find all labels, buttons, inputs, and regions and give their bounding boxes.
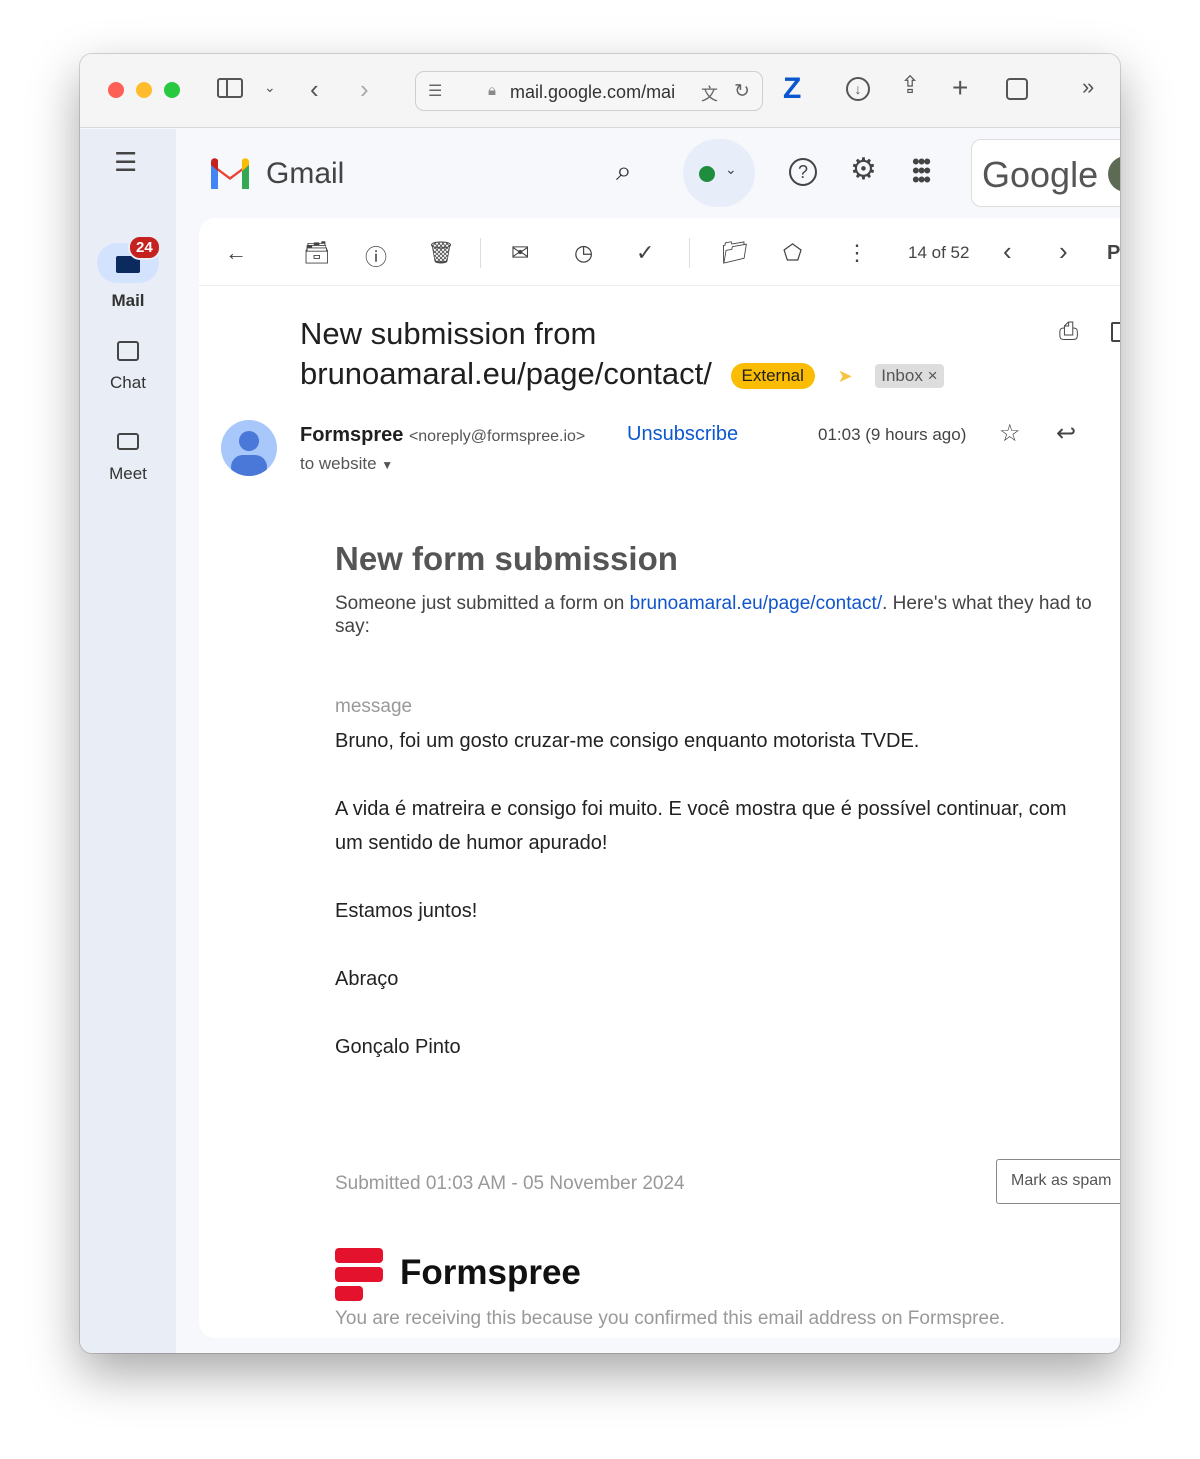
mail-icon: 24 — [97, 235, 161, 283]
truncated-control[interactable]: P — [1107, 242, 1120, 265]
google-logo-text: Google — [982, 154, 1099, 195]
field-label: message — [335, 696, 413, 717]
status-dot-icon — [699, 166, 715, 182]
browser-window: ⌄ ‹ › ☰ 🔒︎ mail.google.com/mai 文 ↻ Z ↓ ⇪… — [80, 54, 1120, 1353]
pagination-text: 14 of 52 — [908, 243, 970, 262]
sidebar-item-meet[interactable]: Meet — [80, 433, 176, 484]
snooze-icon[interactable]: ◷ — [574, 240, 593, 266]
apps-grid-icon[interactable]: ••• ••• ••• — [912, 151, 931, 191]
sidebar-item-mail[interactable]: 24 Mail — [80, 235, 176, 311]
star-icon[interactable]: ☆ — [999, 422, 1021, 446]
print-icon[interactable]: ⎙ — [1059, 320, 1078, 344]
translate-icon[interactable]: 文 — [701, 80, 718, 105]
chevron-down-icon: ⌄ — [725, 161, 737, 177]
main-menu-icon[interactable]: ☰ — [114, 149, 137, 175]
gmail-sidebar: ☰ 24 Mail Chat Meet — [80, 129, 176, 1353]
email-body: New form submission Someone just submitt… — [335, 540, 1095, 1064]
sidebar-label: Meet — [109, 464, 147, 483]
sidebar-item-chat[interactable]: Chat — [80, 341, 176, 393]
sender-line: Formspree <noreply@formspree.io> — [300, 424, 585, 447]
sidebar-label: Chat — [110, 373, 146, 392]
download-icon[interactable]: ↓ — [846, 77, 870, 101]
submitted-text: Submitted 01:03 AM - 05 November 2024 — [335, 1173, 685, 1194]
url-text: mail.google.com/mai — [510, 82, 676, 102]
formspree-logo-icon — [335, 1248, 383, 1301]
video-camera-icon — [117, 433, 139, 450]
chevron-down-icon[interactable]: ⌄ — [264, 80, 276, 94]
report-spam-icon[interactable]: ⓘ — [365, 240, 387, 272]
avatar — [1108, 156, 1120, 192]
open-new-window-icon[interactable] — [1111, 322, 1120, 342]
extension-icon[interactable]: Z — [783, 74, 801, 104]
sidebar-label: Mail — [111, 291, 145, 310]
archive-icon[interactable]: 🗃︎ — [303, 240, 331, 266]
recipient-dropdown[interactable]: to website ▼ — [300, 454, 393, 474]
zoom-window-button[interactable] — [164, 82, 180, 98]
close-window-button[interactable] — [108, 82, 124, 98]
more-options-icon[interactable]: ⋮ — [846, 240, 868, 266]
inbox-label: Inbox × — [875, 363, 944, 388]
browser-toolbar: ⌄ ‹ › ☰ 🔒︎ mail.google.com/mai 文 ↻ Z ↓ ⇪… — [80, 54, 1120, 128]
status-button[interactable]: ⌄ — [683, 139, 755, 207]
page-menu-icon[interactable]: ☰ — [428, 81, 442, 101]
unsubscribe-link[interactable]: Unsubscribe — [627, 423, 738, 446]
new-tab-icon[interactable]: + — [952, 74, 968, 102]
reload-icon[interactable]: ↻ — [734, 80, 750, 103]
reply-icon[interactable]: ↩ — [1056, 422, 1076, 446]
address-bar[interactable]: ☰ 🔒︎ mail.google.com/mai 文 ↻ — [415, 71, 763, 111]
back-arrow-icon[interactable]: ← — [225, 240, 247, 266]
body-heading: New form submission — [335, 540, 678, 577]
mark-as-spam-button[interactable]: Mark as spam — [996, 1159, 1120, 1204]
remove-label-icon[interactable]: × — [928, 366, 938, 385]
unread-badge: 24 — [128, 235, 161, 260]
lock-icon: 🔒︎ — [488, 82, 496, 99]
sidebar-toggle-icon[interactable] — [217, 78, 243, 98]
sender-avatar — [221, 420, 277, 476]
move-to-icon[interactable]: 📁︎ — [721, 240, 749, 266]
app-name: Gmail — [266, 157, 345, 190]
email-subject: New submission from brunoamaral.eu/page/… — [300, 314, 1000, 394]
email-toolbar: ← 🗃︎ ⓘ 🗑︎ ✉ ◷ ✓ 📁︎ ⬠ ⋮ 14 of 52 ‹ › P — [199, 218, 1120, 286]
newer-icon[interactable]: ‹ — [1003, 236, 1012, 267]
back-icon[interactable]: ‹ — [310, 76, 319, 102]
contact-page-link[interactable]: brunoamaral.eu/page/contact/ — [630, 593, 882, 614]
add-task-icon[interactable]: ✓ — [636, 240, 654, 266]
account-button[interactable]: Google — [971, 139, 1120, 207]
footer-text: You are receiving this because you confi… — [335, 1308, 1005, 1329]
sender-name: Formspree — [300, 424, 404, 446]
forward-icon[interactable]: › — [360, 76, 369, 102]
importance-marker-icon[interactable]: ➤ — [838, 366, 853, 386]
share-icon[interactable]: ⇪ — [900, 74, 920, 98]
settings-gear-icon[interactable]: ⚙ — [850, 155, 877, 185]
email-view: ← 🗃︎ ⓘ 🗑︎ ✉ ◷ ✓ 📁︎ ⬠ ⋮ 14 of 52 ‹ › P Ne… — [199, 218, 1120, 1338]
chat-icon — [117, 341, 139, 361]
search-icon[interactable]: ⌕ — [616, 157, 632, 185]
message-text: Bruno, foi um gosto cruzar-me consigo en… — [335, 730, 1067, 1058]
minimize-window-button[interactable] — [136, 82, 152, 98]
label-icon[interactable]: ⬠ — [783, 240, 802, 266]
help-icon[interactable]: ? — [789, 158, 817, 186]
external-label: External — [730, 362, 815, 389]
gmail-logo-icon[interactable] — [208, 157, 252, 189]
mark-unread-icon[interactable]: ✉ — [511, 240, 529, 266]
gmail-header: Gmail ⌕ ⌄ ? ⚙ ••• ••• ••• Google — [176, 129, 1120, 219]
intro-text: Someone just submitted a form on brunoam… — [335, 593, 1092, 637]
tabs-overview-icon[interactable] — [1006, 78, 1028, 100]
formspree-brand: Formspree — [400, 1253, 581, 1292]
delete-icon[interactable]: 🗑︎ — [427, 240, 455, 266]
email-time: 01:03 (9 hours ago) — [818, 425, 967, 444]
more-toolbar-icon[interactable]: » — [1082, 76, 1094, 98]
older-icon[interactable]: › — [1059, 236, 1068, 267]
sender-email: <noreply@formspree.io> — [408, 428, 586, 445]
